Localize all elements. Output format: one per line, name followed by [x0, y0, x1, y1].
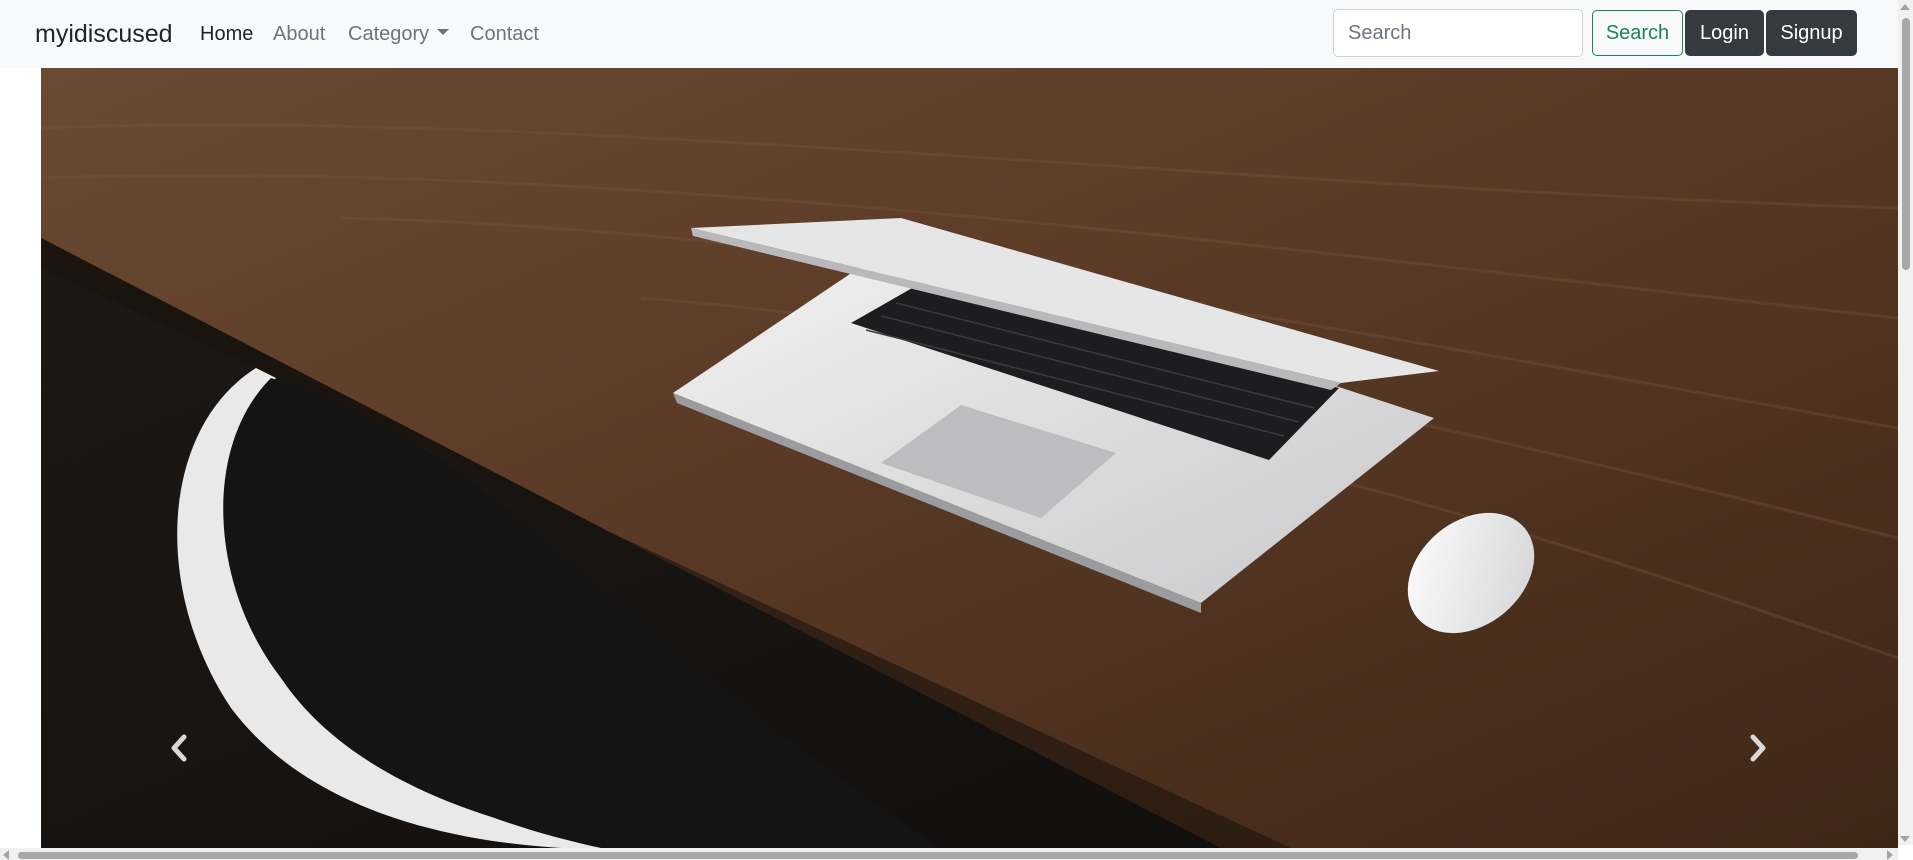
- scroll-down-arrow-icon[interactable]: [1900, 836, 1910, 842]
- scroll-left-arrow-icon[interactable]: [3, 850, 9, 860]
- search-input[interactable]: [1333, 9, 1583, 57]
- scroll-up-arrow-icon[interactable]: [1900, 4, 1910, 10]
- horizontal-scrollbar-thumb[interactable]: [18, 852, 1858, 859]
- nav-link-contact[interactable]: Contact: [470, 20, 539, 48]
- chevron-right-icon: [1750, 734, 1766, 762]
- scroll-right-arrow-icon[interactable]: [1887, 850, 1893, 860]
- nav-link-home[interactable]: Home: [200, 20, 253, 48]
- nav-link-about[interactable]: About: [273, 20, 325, 48]
- caret-down-icon: [437, 28, 450, 35]
- login-button[interactable]: Login: [1685, 10, 1764, 56]
- carousel: [41, 68, 1898, 848]
- navbar: myidiscused Home About Category Contact …: [0, 0, 1898, 68]
- navbar-brand[interactable]: myidiscused: [35, 17, 173, 51]
- search-button[interactable]: Search: [1592, 10, 1683, 56]
- vertical-scrollbar-thumb[interactable]: [1902, 18, 1910, 270]
- chevron-left-icon: [171, 734, 187, 762]
- carousel-prev-button[interactable]: [159, 728, 199, 768]
- nav-link-category[interactable]: Category: [348, 20, 450, 48]
- signup-button[interactable]: Signup: [1766, 10, 1857, 56]
- carousel-next-button[interactable]: [1738, 728, 1778, 768]
- nav-link-category-label: Category: [348, 23, 430, 45]
- carousel-slide-image: [41, 68, 1898, 848]
